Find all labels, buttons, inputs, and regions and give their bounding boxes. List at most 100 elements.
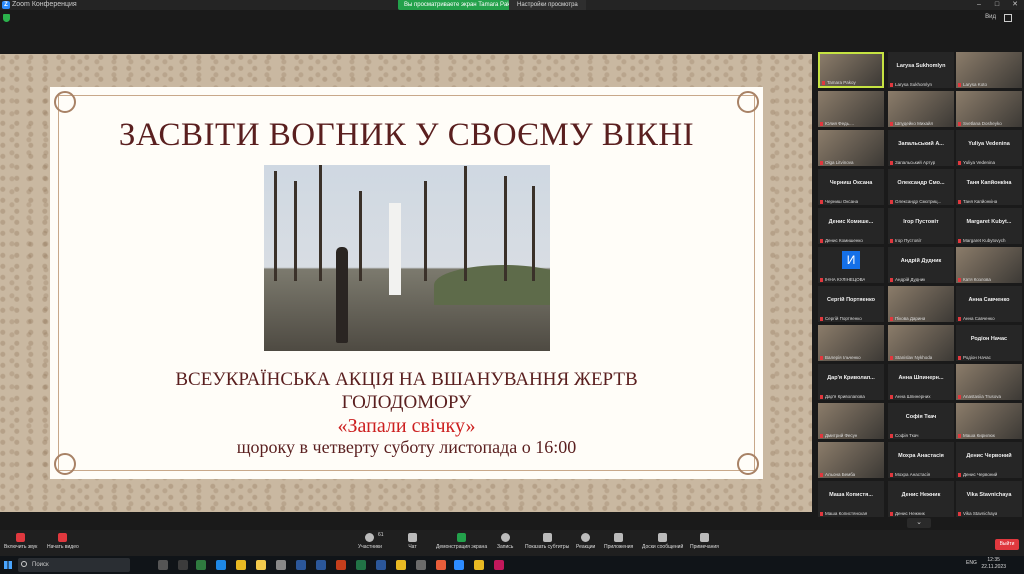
participant-tile[interactable]: Ігор Пустовіт Ігор Пустовіт [888,208,954,244]
participant-tile[interactable]: Olga Litvinova [818,130,884,166]
participant-name: Larysa Koto [963,82,988,87]
zoom-logo-icon: Z [2,1,10,9]
participant-tile[interactable]: Денис Червоний Денис Червоний [956,442,1022,478]
participant-tile[interactable]: Пікова Дарина [888,286,954,322]
apps-button[interactable]: Приложения [604,533,633,550]
participant-tile[interactable]: Маша Кирилюк [956,403,1022,439]
app-icon[interactable] [196,560,206,570]
participant-tile[interactable]: Svetlana Dosheyko [956,91,1022,127]
unmute-button[interactable]: Включить звук [4,533,37,550]
participant-tile[interactable]: Запальський А... Запальський Артур [888,130,954,166]
chrome-icon[interactable] [474,560,484,570]
participant-name: Черниш Оксана [825,199,859,204]
app-icon[interactable] [436,560,446,570]
word-icon[interactable] [296,560,306,570]
zoom-taskbar-icon[interactable] [454,560,464,570]
participant-name-label: Margaret Kubytovych [958,238,1006,243]
participant-name: Дмитрий Фесун [825,433,858,438]
video-off-icon [58,533,68,542]
participant-tile[interactable]: Софія Ткач Софія Ткач [888,403,954,439]
participant-tile[interactable]: Yuliya Vedenina Yuliya Vedenina [956,130,1022,166]
view-button[interactable]: Вид [985,14,996,20]
participant-tile[interactable]: Катя Козлова [956,247,1022,283]
view-grid-icon[interactable] [1004,14,1012,22]
participants-button[interactable]: Участники 61 [358,532,384,550]
participant-name: Андрій Дудник [895,277,926,282]
participant-name: Родіон Начас [963,355,991,360]
windows-start-icon[interactable] [4,561,12,569]
close-icon[interactable]: ✕ [1006,0,1024,10]
participant-tile[interactable]: Anastasiia Trusova [956,364,1022,400]
participant-tile[interactable]: И ІННА КУЛІНЕЦОВА [818,247,884,283]
whiteboard-icon [658,533,668,542]
participant-display-name: Денис Комише... [828,219,874,225]
excel-icon[interactable] [356,560,366,570]
word-icon[interactable] [376,560,386,570]
participant-tile[interactable]: Шпудейко Михайл [888,91,954,127]
share-screen-button[interactable]: Демонстрация экрана [436,533,487,550]
presentation-slide: ЗАСВІТИ ВОГНИК У СВОЄМУ ВІКНІ ВСЕУКРАЇНС… [50,87,763,479]
security-shield-icon[interactable] [3,14,10,22]
participant-tile[interactable]: Денис Комише... Денис Комишенко [818,208,884,244]
participant-tile[interactable]: Larysa Koto [956,52,1022,88]
settings-icon[interactable] [178,560,188,570]
app-icon[interactable] [416,560,426,570]
participant-tile[interactable]: Валерія Ільченко [818,325,884,361]
participant-tile[interactable]: Дмитрий Фесун [818,403,884,439]
participant-tile[interactable]: Олександр Смо... Олександр Смотриц... [888,169,954,205]
participant-tile[interactable]: Мохра Анастасія Мохра Анастасія [888,442,954,478]
participant-tile[interactable]: Дар'я Криволап... Дар'я Криволапова [818,364,884,400]
app-icon[interactable] [276,560,286,570]
participant-tile[interactable]: Таня Капйонкіна Таня Капйонкіна [956,169,1022,205]
participant-tile[interactable]: Larysa Sukhomlyn Larysa Sukhomlyn [888,52,954,88]
mic-muted-icon [958,355,961,360]
chat-button[interactable]: Чат [408,533,417,550]
app-icon[interactable] [494,560,504,570]
participant-name-label: Ігор Пустовіт [890,238,922,243]
participant-tile[interactable]: Черниш Оксана Черниш Оксана [818,169,884,205]
language-indicator[interactable]: ENG [966,560,977,566]
participant-tile[interactable]: Родіон Начас Родіон Начас [956,325,1022,361]
participant-tile[interactable]: Tamara Pakoy [818,52,884,88]
mic-muted-icon [820,355,823,360]
powerpoint-icon[interactable] [336,560,346,570]
minimize-icon[interactable]: – [970,0,988,10]
explorer-icon[interactable] [256,560,266,570]
apps-icon [614,533,624,542]
participant-name-label: Катя Козлова [958,277,991,282]
view-options-button[interactable]: Настройки просмотра [509,0,586,10]
participant-name-label: Родіон Начас [958,355,991,360]
participant-tile[interactable]: Stanislav Nykhoda [888,325,954,361]
participant-tile[interactable]: Анна Шпинерн... Анна Шпинерних [888,364,954,400]
participant-tile[interactable]: Юлия Федь.... [818,91,884,127]
slide-subtitle: ГОЛОДОМОРУ [341,392,472,413]
maximize-icon[interactable]: □ [988,0,1006,10]
participant-tile[interactable]: Анна Савченко Анна Савченко [956,286,1022,322]
participant-tile[interactable]: Маша Копистя... Маша Копистянская [818,481,884,517]
subtitles-button[interactable]: Показать субтитры [525,533,569,550]
participant-tile[interactable]: Денис Нежник Денис Нежник [888,481,954,517]
participant-tile[interactable]: Сергій Портяенко Сергій Портяенко [818,286,884,322]
leave-button[interactable]: Выйти [995,539,1019,550]
notes-button[interactable]: Примечания [690,533,719,550]
whiteboard-button[interactable]: Доски сообщений [642,533,683,550]
participant-tile[interactable]: Андрій Дудник Андрій Дудник [888,247,954,283]
participant-name-label: Валерія Ільченко [820,355,861,360]
start-video-button[interactable]: Начать видео [47,533,79,550]
taskbar-search-input[interactable]: Поиск [18,558,130,572]
participant-tile[interactable]: Альона Бемба [818,442,884,478]
taskbar-clock[interactable]: 12:35 22.11.2023 [981,557,1006,571]
reactions-button[interactable]: Реакции [576,533,595,550]
chrome-icon[interactable] [236,560,246,570]
mic-muted-icon [820,316,823,321]
app-icon[interactable] [396,560,406,570]
gallery-scroll-down-icon[interactable]: ⌄ [907,518,931,528]
taskview-icon[interactable] [158,560,168,570]
word-icon[interactable] [316,560,326,570]
slide-slogan: «Запали свічку» [337,415,476,437]
slide-title: ЗАСВІТИ ВОГНИК У СВОЄМУ ВІКНІ [118,117,695,153]
participant-tile[interactable]: Vika Stavnichaya Vika Stavnichaya [956,481,1022,517]
record-button[interactable]: Запись [497,533,513,550]
participant-tile[interactable]: Margaret Kubyt... Margaret Kubytovych [956,208,1022,244]
edge-icon[interactable] [216,560,226,570]
